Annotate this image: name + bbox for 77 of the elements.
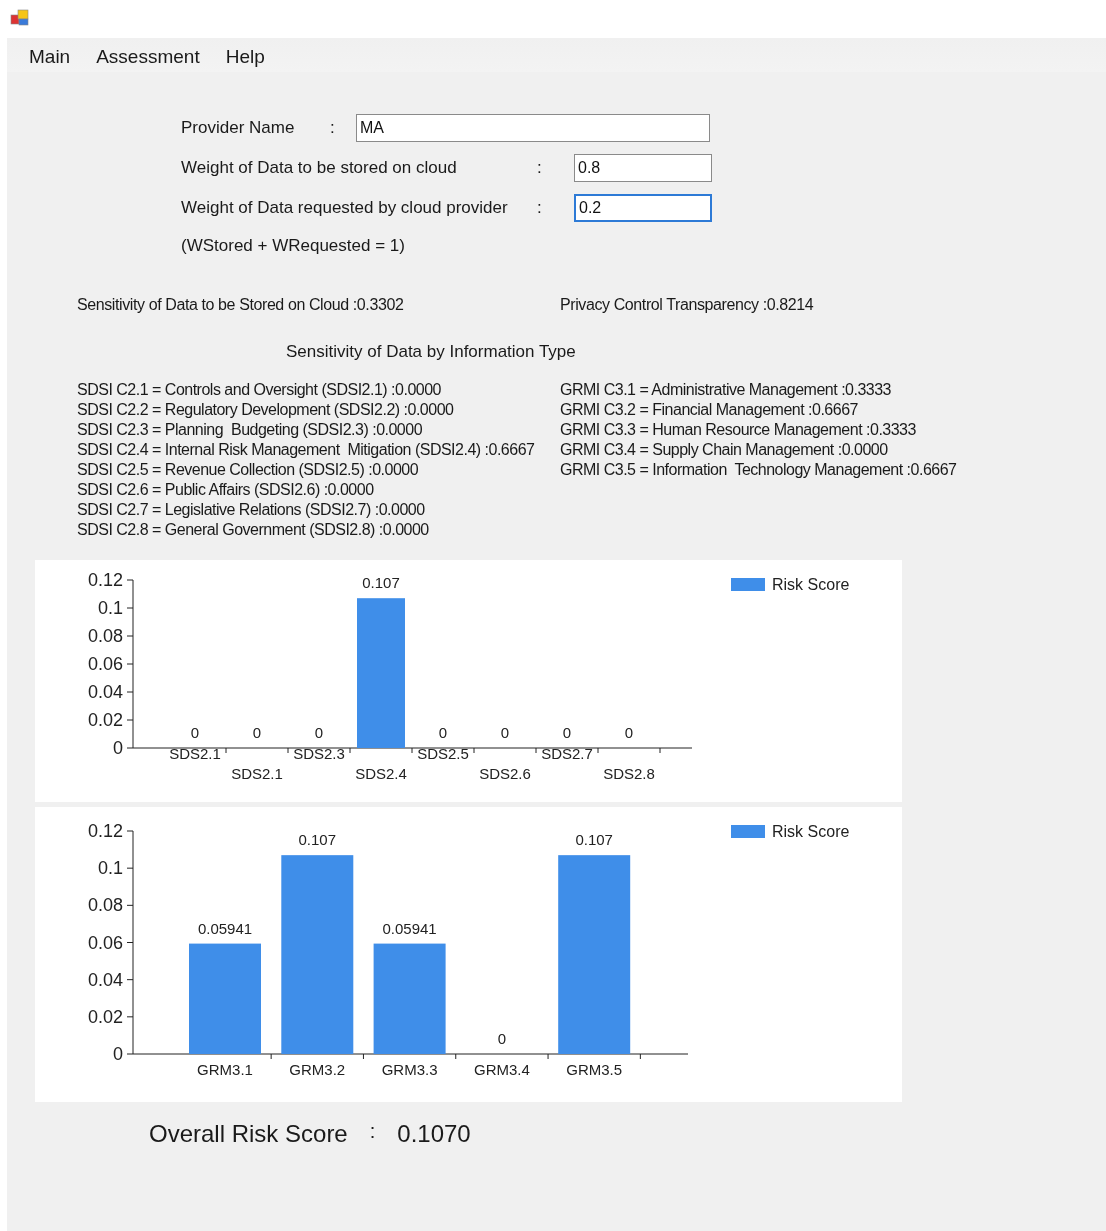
input-field[interactable]: 0.2	[574, 194, 712, 222]
section-title: Sensitivity of Data by Information Type	[286, 342, 576, 362]
category-label: SDS2.8	[603, 765, 655, 782]
value-label: 0.05941	[197, 919, 253, 937]
sdsi-line: SDSI C2.7 = Legislative Relations (SDSI2.7) :0.0000	[77, 500, 425, 520]
category-label: SDS2.6	[479, 765, 531, 782]
menu-item[interactable]: Main	[19, 44, 81, 70]
sdsi-line: SDSI C2.4 = Internal Risk Management Mitigation (SDSI2.4) :0.6667	[77, 440, 535, 460]
category-label: GRM3.2	[289, 1061, 346, 1078]
app-icon	[10, 8, 30, 28]
tick-label: 0	[113, 1044, 123, 1064]
category-label: GRM3.3	[381, 1061, 438, 1078]
value-label: 0	[438, 724, 448, 741]
tick-label: 0.04	[87, 682, 123, 702]
menu-item[interactable]: Help	[215, 44, 275, 70]
category-label: GRM3.1	[197, 1061, 253, 1078]
tick-label: 0.08	[87, 626, 123, 646]
separator: :	[369, 1120, 376, 1144]
category-label: SDS2.5	[417, 745, 469, 762]
tick-label: 0.08	[87, 895, 123, 916]
tick-label: 0.06	[87, 932, 123, 953]
sdsi-line: SDSI C2.5 = Revenue Collection (SDSI2.5) :0.0000	[77, 460, 419, 480]
value-label: 0	[624, 724, 634, 741]
tick-label: 0.02	[87, 710, 123, 730]
tick-label: 0.12	[87, 570, 123, 590]
tick-label: 0.12	[87, 821, 123, 841]
tick-label: 0.02	[87, 1006, 123, 1027]
category-label: SDS2.1	[231, 765, 283, 782]
sdsi-line: SDSI C2.8 = General Government (SDSI2.8) :0.0000	[77, 520, 429, 540]
tick-label: 0.1	[97, 858, 123, 879]
grmi-line: GRMI C3.5 = Information Technology Management :0.6667	[560, 460, 957, 480]
value-label: 0.107	[298, 831, 337, 849]
value-label: 0	[190, 724, 200, 741]
category-label: SDS2.7	[541, 745, 593, 762]
field-label: Weight of Data requested by cloud provider	[181, 198, 509, 218]
tick-label: 0.06	[87, 654, 123, 674]
tick-label: 0.04	[87, 969, 123, 990]
legend-label: Risk Score	[772, 576, 850, 593]
grmi-line: GRMI C3.1 = Administrative Management :0.3333	[560, 380, 891, 400]
tick-label: 0.1	[97, 598, 123, 618]
grmi-line: GRMI C3.3 = Human Resource Management :0.3333	[560, 420, 916, 440]
value-label: 0	[562, 724, 572, 741]
legend-swatch	[731, 578, 765, 591]
category-label: GRM3.5	[566, 1061, 623, 1078]
legend-label: Risk Score	[772, 823, 850, 840]
field-label: Provider Name	[181, 118, 296, 138]
field-label: Weight of Data to be stored on cloud	[181, 158, 458, 178]
separator: :	[537, 198, 543, 218]
transparency-text: Privacy Control Transparency :0.8214	[560, 296, 814, 314]
separator: :	[330, 118, 336, 138]
grmi-line: GRMI C3.2 = Financial Management :0.6667	[560, 400, 858, 420]
input-field[interactable]: MA	[356, 114, 710, 142]
value-label: 0.107	[575, 831, 613, 849]
sdsi-line: SDSI C2.2 = Regulatory Development (SDSI2.2) :0.0000	[77, 400, 454, 420]
sensitivity-text: Sensitivity of Data to be Stored on Cloud :0.3302	[76, 296, 405, 314]
overall-label: Overall Risk Score	[149, 1120, 348, 1148]
category-label: SDS2.3	[293, 745, 345, 762]
value-label: 0	[252, 724, 262, 741]
value-label: 0.107	[362, 574, 400, 592]
category-label: SDS2.1	[169, 745, 221, 762]
legend-swatch	[731, 825, 765, 838]
input-field[interactable]: 0.8	[574, 154, 712, 182]
note-text: (WStored + WRequested = 1)	[181, 236, 405, 256]
sdsi-line: SDSI C2.6 = Public Affairs (SDSI2.6) :0.0000	[77, 480, 374, 500]
category-label: SDS2.4	[355, 765, 407, 782]
category-label: GRM3.4	[473, 1061, 530, 1078]
menu-item[interactable]: Assessment	[86, 44, 210, 70]
separator: :	[537, 158, 543, 178]
value-label: 0	[500, 724, 510, 741]
sdsi-line: SDSI C2.1 = Controls and Oversight (SDSI2.1) :0.0000	[77, 380, 441, 400]
value-label: 0	[497, 1030, 507, 1047]
value-label: 0.05941	[382, 919, 437, 937]
sdsi-line: SDSI C2.3 = Planning Budgeting (SDSI2.3) :0.0000	[77, 420, 423, 440]
tick-label: 0	[113, 738, 123, 758]
overall-value: 0.1070	[397, 1120, 471, 1148]
value-label: 0	[314, 724, 324, 741]
grmi-line: GRMI C3.4 = Supply Chain Management :0.0000	[560, 440, 888, 460]
